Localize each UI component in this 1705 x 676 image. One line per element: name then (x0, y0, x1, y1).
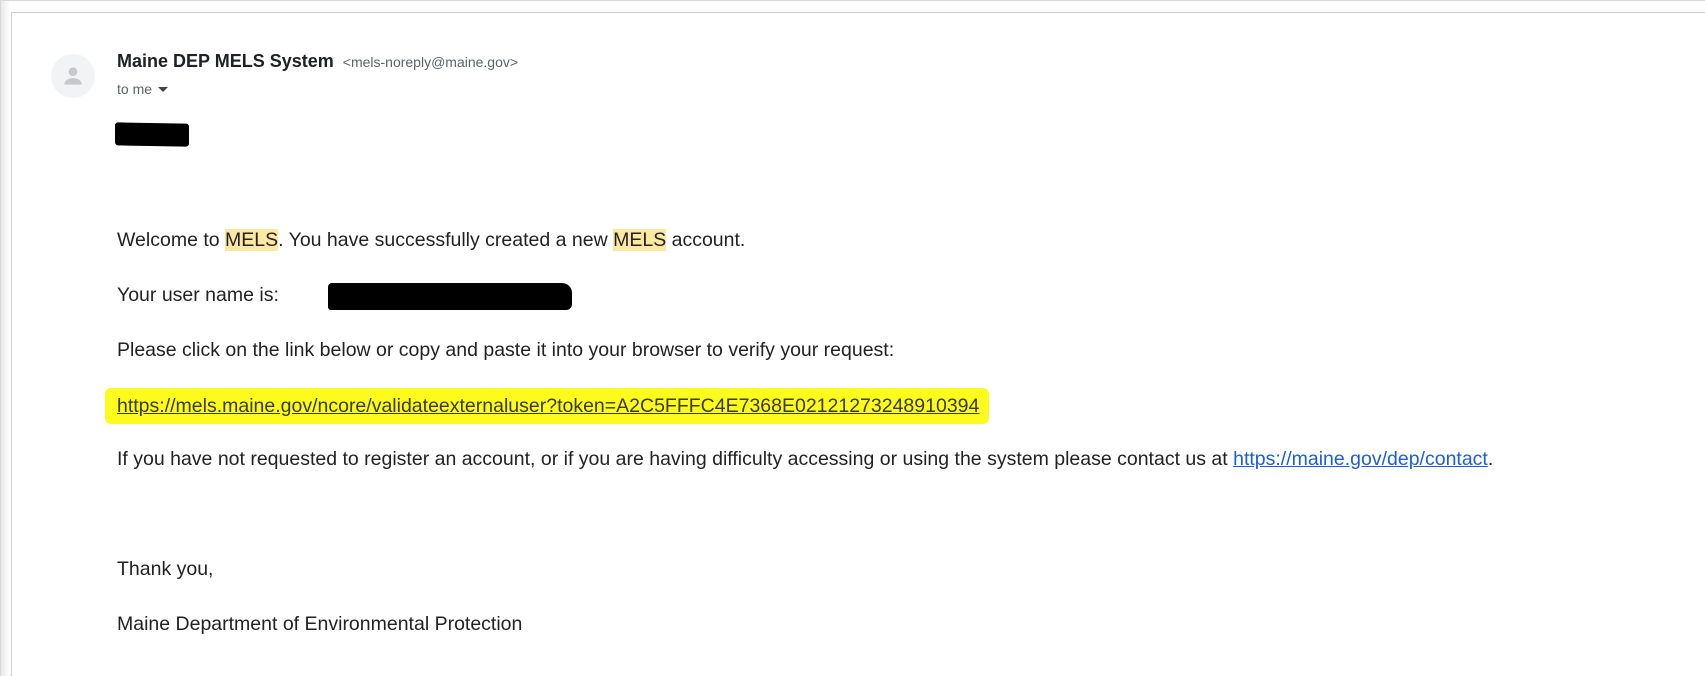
signature-paragraph: Maine Department of Environmental Protec… (117, 613, 522, 636)
email-window: Maine DEP MELS System <mels-noreply@main… (0, 0, 1705, 676)
mels-highlight: MELS (225, 229, 279, 251)
sender-email: <mels-noreply@maine.gov> (342, 54, 519, 70)
redacted-greeting (115, 122, 189, 147)
thanks-paragraph: Thank you, (117, 558, 213, 581)
instruction-paragraph: Please click on the link below or copy a… (117, 339, 894, 362)
sender-name[interactable]: Maine DEP MELS System (117, 51, 334, 71)
username-label: Your user name is: (117, 284, 279, 306)
contact-link[interactable]: https://maine.gov/dep/contact (1233, 448, 1488, 470)
recipient-details-toggle[interactable]: to me (117, 81, 169, 97)
verify-link[interactable]: https://mels.maine.gov/ncore/validateext… (117, 395, 979, 418)
sender-line: Maine DEP MELS System <mels-noreply@main… (117, 51, 518, 72)
contact-prefix: If you have not requested to register an… (117, 448, 1234, 470)
thanks-text: Thank you, (117, 558, 214, 580)
welcome-paragraph: Welcome to MELS. You have successfully c… (117, 229, 745, 252)
verify-link-highlight: https://mels.maine.gov/ncore/validateext… (105, 388, 990, 424)
redacted-username (328, 283, 572, 310)
username-paragraph: Your user name is: (117, 284, 279, 307)
contact-suffix: . (1487, 448, 1494, 470)
window-edge-shadow (1, 1, 10, 676)
welcome-prefix: Welcome to (117, 229, 226, 251)
instruction-text: Please click on the link below or copy a… (117, 339, 895, 361)
mels-highlight: MELS (613, 229, 667, 251)
caret-down-icon[interactable] (158, 86, 169, 92)
contact-paragraph: If you have not requested to register an… (117, 448, 1493, 471)
signature-text: Maine Department of Environmental Protec… (117, 613, 523, 635)
welcome-middle: . You have successfully created a new (278, 229, 614, 251)
sender-avatar[interactable] (51, 54, 95, 98)
recipient-label: to me (117, 81, 153, 97)
welcome-suffix: account. (666, 229, 746, 251)
person-icon (64, 67, 82, 85)
